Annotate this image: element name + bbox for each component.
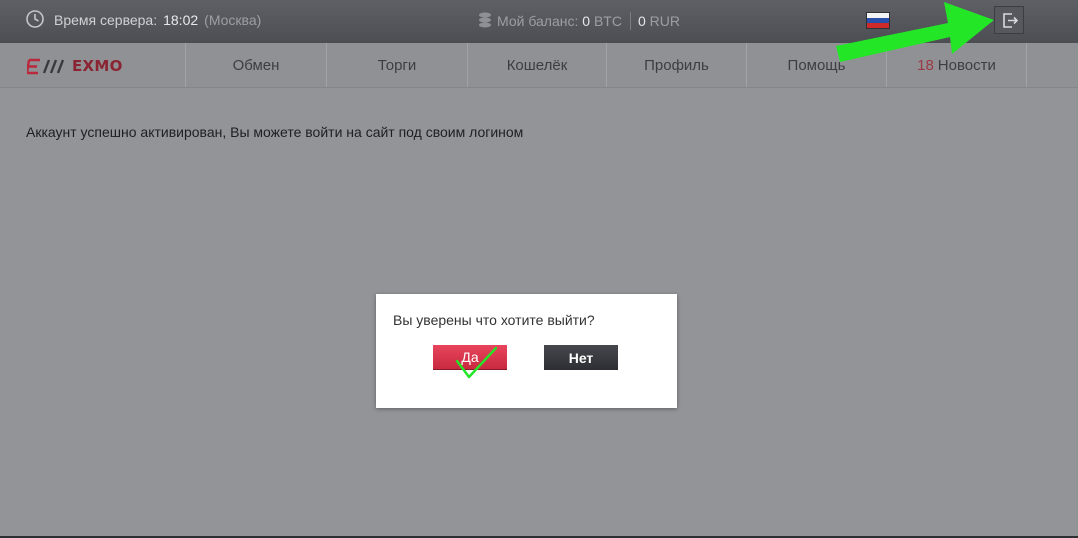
balance-label: Мой баланс: — [497, 13, 579, 29]
nav-item-wallet[interactable]: Кошелёк — [467, 43, 606, 87]
nav-item-label: Обмен — [232, 56, 280, 74]
activation-message: Аккаунт успешно активирован, Вы можете в… — [26, 124, 524, 140]
top-bar: Время сервера: 18:02 (Москва) Мой баланс: … — [0, 0, 1078, 43]
confirm-no-button[interactable]: Нет — [544, 345, 618, 370]
exmo-logo-icon — [27, 58, 65, 74]
server-city: (Москва) — [204, 12, 262, 28]
exmo-logo[interactable]: EXMO — [27, 57, 123, 75]
balance-btc-unit: BTC — [593, 13, 622, 29]
balance-btc-value: 0 — [582, 13, 591, 29]
server-time-label: Время сервера: — [54, 12, 158, 28]
nav-item-label: Кошелёк — [506, 56, 568, 74]
coins-icon — [479, 12, 491, 28]
ru-flag-icon[interactable] — [866, 12, 890, 29]
clock-icon — [26, 10, 44, 28]
balance-rur-unit: RUR — [649, 13, 680, 29]
balance-rur-value: 0 — [637, 13, 646, 29]
dialog-question: Вы уверены что хотите выйти? — [393, 312, 595, 328]
nav-item-label: Помощь — [787, 56, 846, 74]
nav-item-trading[interactable]: Торги — [326, 43, 467, 87]
server-time-value: 18:02 — [163, 12, 199, 28]
server-time: Время сервера: 18:02 (Москва) — [54, 12, 261, 28]
nav-item-news[interactable]: 18 Новости — [886, 43, 1027, 87]
logout-button[interactable] — [994, 6, 1024, 34]
nav-item-help[interactable]: Помощь — [746, 43, 886, 87]
nav-item-label: Профиль — [644, 56, 709, 74]
news-count-badge: 18 — [917, 56, 934, 74]
logo-text: EXMO — [72, 57, 123, 75]
nav-item-label: Новости — [937, 56, 996, 74]
nav-item-profile[interactable]: Профиль — [606, 43, 746, 87]
confirm-yes-button[interactable]: Да — [433, 345, 507, 370]
main-nav: EXMO Обмен Торги Кошелёк Профиль Помощь … — [0, 43, 1078, 88]
nav-item-label: Торги — [377, 56, 417, 74]
nav-item-exchange[interactable]: Обмен — [185, 43, 326, 87]
logout-icon — [1003, 13, 1019, 28]
balance: Мой баланс: 0 BTC 0 RUR — [497, 12, 680, 30]
balance-divider — [629, 12, 631, 30]
logout-confirm-dialog: Вы уверены что хотите выйти? Да Нет — [376, 294, 677, 408]
